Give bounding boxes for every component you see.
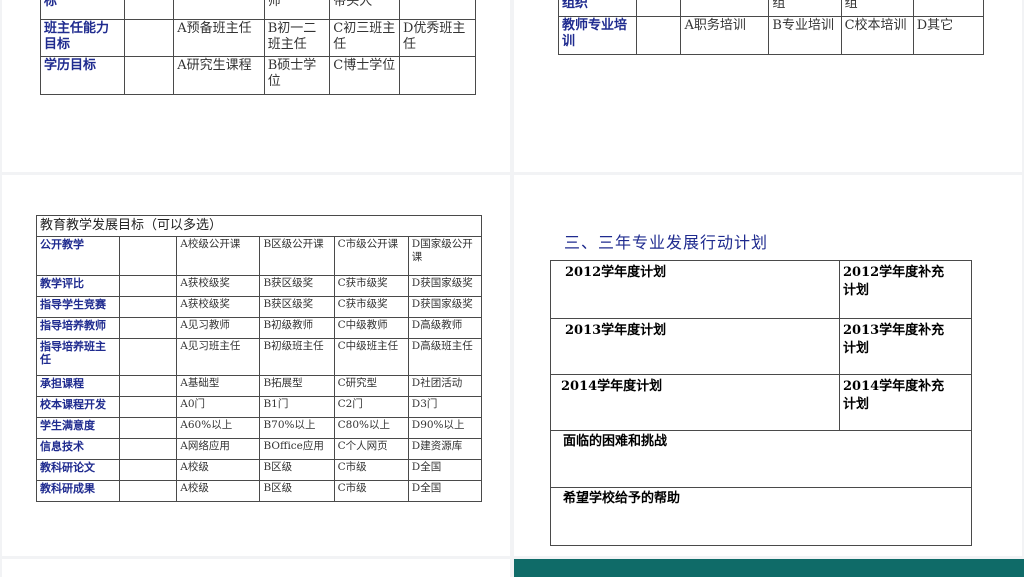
slide-bottom-left: 教育教学发展目标（可以多选） 公开教学 A校级公开课 B区级公开课 C市级公开课… bbox=[2, 175, 510, 556]
top-right-table: 组织 组 组 教师专业培训 A职务培训 B专业培训 C校本培训 D其它 bbox=[557, 0, 985, 55]
row-label: 学历目标 bbox=[39, 56, 126, 95]
difficulties-cell: 面临的困难和挑战 bbox=[550, 430, 972, 488]
table-row: 2013学年度计划 2013学年度补充计划 bbox=[550, 318, 972, 375]
plan-table: 2012学年度计划 2012学年度补充计划 2013学年度计划 2013学年度补… bbox=[550, 260, 972, 546]
section-heading: 三、三年专业发展行动计划 bbox=[564, 233, 769, 252]
slide-top-left: 标 师 带头人 班主任能力目标 A预备班主任 B初一二班主任 C初三班主任 D优… bbox=[2, 0, 510, 172]
table-row: 面临的困难和挑战 bbox=[550, 430, 972, 488]
table-row: 2014学年度计划 2014学年度补充计划 bbox=[550, 374, 972, 431]
slide-top-right: 组织 组 组 教师专业培训 A职务培训 B专业培训 C校本培训 D其它 bbox=[514, 0, 1022, 172]
table-row: 公开教学 A校级公开课 B区级公开课 C市级公开课 D国家级公开课 bbox=[35, 236, 483, 276]
goals-table: 教育教学发展目标（可以多选） 公开教学 A校级公开课 B区级公开课 C市级公开课… bbox=[35, 215, 483, 502]
row-label: 组织 bbox=[557, 0, 638, 17]
row-label: 班主任能力目标 bbox=[39, 19, 126, 57]
table-row: 2012学年度计划 2012学年度补充计划 bbox=[550, 260, 972, 319]
table-row: 信息技术 A网络应用 BOffice应用 C个人网页 D建资源库 bbox=[35, 438, 483, 460]
plan-2014: 2014学年度计划 bbox=[550, 374, 840, 431]
table-row: 学生满意度 A60%以上 B70%以上 C80%以上 D90%以上 bbox=[35, 417, 483, 439]
table-row: 指导学生竞赛 A获校级奖 B获区级奖 C获市级奖 D获国家级奖 bbox=[35, 296, 483, 318]
row-label: 教师专业培训 bbox=[557, 16, 638, 55]
table-row: 教师专业培训 A职务培训 B专业培训 C校本培训 D其它 bbox=[557, 16, 985, 55]
table-row: 教科研成果 A校级 B区级 C市级 D全国 bbox=[35, 480, 483, 502]
top-left-table: 标 师 带头人 班主任能力目标 A预备班主任 B初一二班主任 C初三班主任 D优… bbox=[39, 0, 477, 95]
row-label: 标 bbox=[39, 0, 126, 20]
table-row: 希望学校给予的帮助 bbox=[550, 487, 972, 546]
supplement-2014: 2014学年度补充计划 bbox=[839, 374, 972, 431]
table-title: 教育教学发展目标（可以多选） bbox=[36, 215, 482, 237]
table-row: 教学评比 A获校级奖 B获区级奖 C获市级奖 D获国家级奖 bbox=[35, 275, 483, 297]
plan-2013: 2013学年度计划 bbox=[550, 318, 840, 375]
table-row: 指导培养教师 A见习教师 B初级教师 C中级教师 D高级教师 bbox=[35, 317, 483, 339]
table-row: 校本课程开发 A0门 B1门 C2门 D3门 bbox=[35, 396, 483, 418]
table-row: 教科研论文 A校级 B区级 C市级 D全国 bbox=[35, 459, 483, 481]
supplement-2013: 2013学年度补充计划 bbox=[839, 318, 972, 375]
supplement-2012: 2012学年度补充计划 bbox=[839, 260, 972, 319]
table-row: 指导培养班主任 A见习班主任 B初级班主任 C中级班主任 D高级班主任 bbox=[35, 338, 483, 376]
table-row: 班主任能力目标 A预备班主任 B初一二班主任 C初三班主任 D优秀班主任 bbox=[39, 19, 477, 57]
table-title-row: 教育教学发展目标（可以多选） bbox=[36, 215, 482, 237]
plan-2012: 2012学年度计划 bbox=[550, 260, 840, 319]
help-cell: 希望学校给予的帮助 bbox=[550, 487, 972, 546]
table-row: 承担课程 A基础型 B拓展型 C研究型 D社团活动 bbox=[35, 375, 483, 397]
slide-bottom-left-next bbox=[2, 559, 510, 577]
table-row: 组织 组 组 bbox=[557, 0, 985, 17]
table-row: 学历目标 A研究生课程 B硕士学位 C博士学位 bbox=[39, 56, 477, 95]
slide-bottom-right-next bbox=[514, 559, 1024, 577]
table-row: 标 师 带头人 bbox=[39, 0, 477, 20]
